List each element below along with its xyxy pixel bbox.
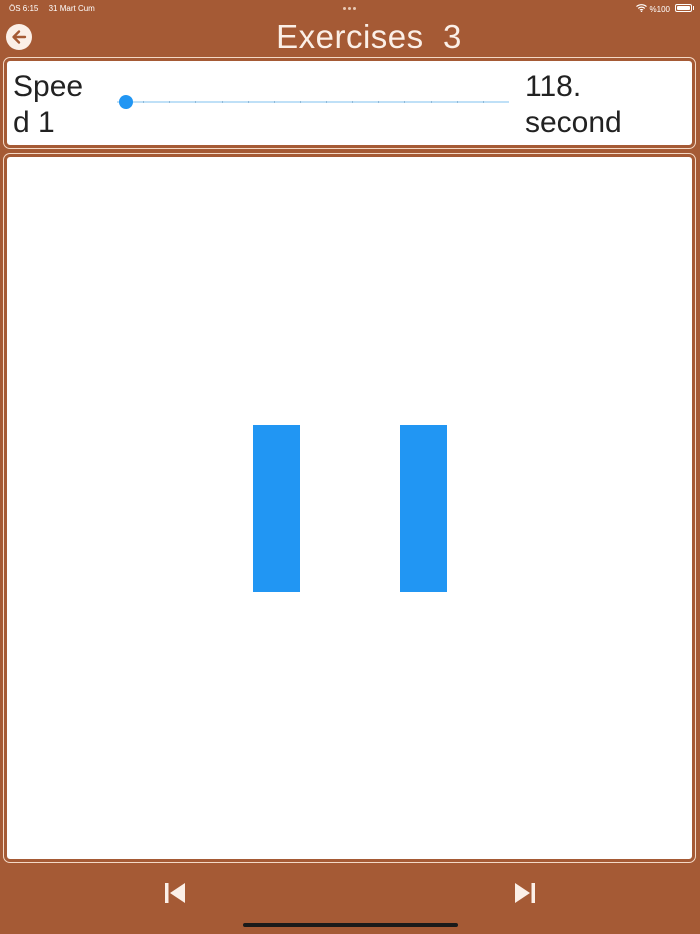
speed-panel: Speed 1 118. second <box>4 58 695 148</box>
home-indicator[interactable] <box>243 923 458 927</box>
next-button[interactable] <box>512 880 538 906</box>
slider-tick <box>326 101 327 103</box>
status-right: %100 <box>635 4 670 14</box>
speed-label: Speed 1 <box>13 70 84 139</box>
slider-tick <box>431 101 432 103</box>
slider-tick <box>300 101 301 103</box>
slider-tick <box>222 101 223 103</box>
header: Exercises 3 <box>0 16 700 56</box>
slider-tick <box>457 101 458 103</box>
app-screen: ÖS 6:15 31 Mart Cum %100 Exercises 3 Spe… <box>0 0 700 934</box>
time-readout-text: 118. second <box>525 70 622 139</box>
skip-previous-icon <box>165 883 185 903</box>
status-bar: ÖS 6:15 31 Mart Cum %100 <box>0 0 700 16</box>
battery-fill <box>677 6 690 10</box>
slider-tick <box>483 101 484 103</box>
slider-ticks <box>117 101 509 103</box>
slider-tick <box>404 101 405 103</box>
exercise-bar-right <box>400 425 447 592</box>
time-readout: 118. second <box>525 69 637 141</box>
slider-thumb[interactable] <box>119 95 133 109</box>
exercise-canvas <box>4 154 695 862</box>
slider-tick <box>352 101 353 103</box>
exercise-bar-left <box>253 425 300 592</box>
status-date: 31 Mart Cum <box>48 4 95 13</box>
slider-tick <box>143 101 144 103</box>
slider-tick <box>169 101 170 103</box>
status-time: ÖS 6:15 <box>9 4 39 13</box>
page-title: Exercises 3 <box>276 18 462 55</box>
slider-tick <box>274 101 275 103</box>
wifi-icon <box>635 4 647 14</box>
slider-tick <box>248 101 249 103</box>
battery-nub <box>693 6 694 10</box>
previous-button[interactable] <box>162 880 188 906</box>
battery-icon <box>675 4 692 12</box>
skip-next-icon <box>515 883 535 903</box>
slider-tick <box>195 101 196 103</box>
slider-tick <box>378 101 379 103</box>
status-left: ÖS 6:15 31 Mart Cum <box>9 4 95 13</box>
battery-percent: %100 <box>649 4 670 14</box>
multitasking-dots-icon[interactable] <box>343 7 356 10</box>
speed-slider[interactable] <box>117 91 512 113</box>
